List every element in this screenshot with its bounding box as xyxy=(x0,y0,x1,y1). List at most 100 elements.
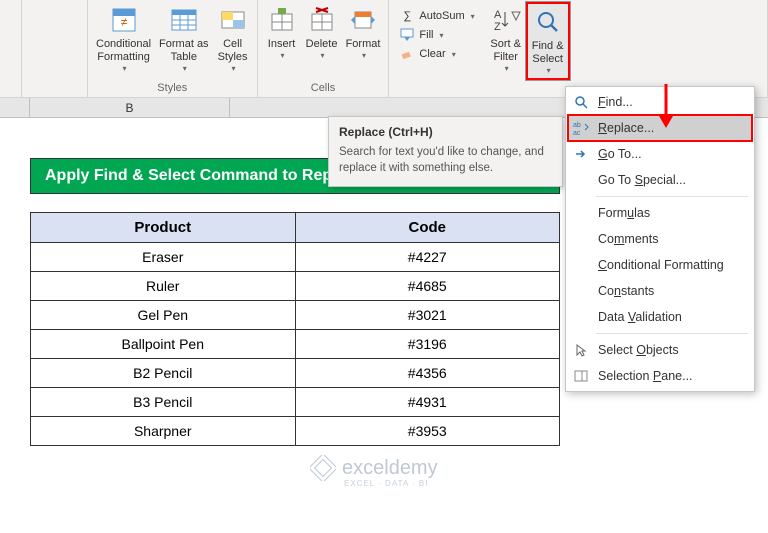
menu-separator xyxy=(596,333,748,334)
menu-label: Replace... xyxy=(598,121,654,135)
menu-label: Go To Special... xyxy=(598,173,686,187)
chevron-down-icon: ▾ xyxy=(452,50,456,59)
label: AutoSum xyxy=(419,10,464,22)
menu-label: Conditional Formatting xyxy=(598,258,724,272)
watermark-text: exceldemy xyxy=(342,457,438,480)
menu-select-objects[interactable]: Select Objects xyxy=(568,337,752,363)
table-row: Ruler#4685 xyxy=(31,272,560,301)
cell[interactable]: Gel Pen xyxy=(31,301,296,330)
sort-filter-button[interactable]: AZ Sort & Filter ▾ xyxy=(486,2,526,76)
tooltip-title: Replace (Ctrl+H) xyxy=(339,125,552,139)
menu-find[interactable]: Find... xyxy=(568,89,752,115)
cell[interactable]: #3953 xyxy=(295,417,560,446)
delete-button[interactable]: Delete ▾ xyxy=(302,2,342,63)
chevron-down-icon: ▾ xyxy=(471,12,475,21)
cell[interactable]: Eraser xyxy=(31,243,296,272)
ribbon-left-stub xyxy=(0,0,22,97)
insert-button[interactable]: Insert ▾ xyxy=(262,2,302,63)
menu-goto[interactable]: Go To... xyxy=(568,141,752,167)
chevron-down-icon: ▾ xyxy=(232,64,236,74)
autosum-button[interactable]: ∑ AutoSum ▾ xyxy=(399,8,474,24)
chevron-down-icon: ▾ xyxy=(362,51,366,61)
menu-conditional-formatting[interactable]: Conditional Formatting xyxy=(568,252,752,278)
menu-goto-special[interactable]: Go To Special... xyxy=(568,167,752,193)
label: Find & Select xyxy=(532,40,564,66)
menu-constants[interactable]: Constants xyxy=(568,278,752,304)
cell[interactable]: Sharpner xyxy=(31,417,296,446)
svg-text:ab: ab xyxy=(573,122,581,129)
th-product[interactable]: Product xyxy=(31,213,296,243)
tooltip-body: Search for text you'd like to change, an… xyxy=(339,145,552,176)
eraser-icon xyxy=(399,46,415,62)
chevron-down-icon: ▾ xyxy=(505,64,509,74)
select-all-corner[interactable] xyxy=(0,98,30,117)
group-cells: Insert ▾ Delete ▾ Format ▾ Cells xyxy=(258,0,390,97)
chevron-down-icon: ▾ xyxy=(547,66,551,76)
cell[interactable]: Ruler xyxy=(31,272,296,301)
clear-button[interactable]: Clear▾ xyxy=(399,46,474,62)
cell[interactable]: #4356 xyxy=(295,359,560,388)
pane-icon xyxy=(572,367,590,385)
find-select-button[interactable]: Find & Select ▾ xyxy=(526,2,570,80)
conditional-formatting-button[interactable]: ≠ Conditional Formatting ▾ xyxy=(92,2,155,76)
cell[interactable]: B2 Pencil xyxy=(31,359,296,388)
watermark: exceldemy EXCEL · DATA · BI xyxy=(310,455,438,481)
menu-label: Formulas xyxy=(598,206,650,220)
label: Format as Table xyxy=(159,38,209,64)
svg-text:≠: ≠ xyxy=(120,15,127,29)
format-as-table-button[interactable]: Format as Table ▾ xyxy=(155,2,213,76)
menu-label: Constants xyxy=(598,284,654,298)
table-row: Ballpoint Pen#3196 xyxy=(31,330,560,359)
table-row: B2 Pencil#4356 xyxy=(31,359,560,388)
menu-replace[interactable]: abac Replace... xyxy=(568,115,752,141)
menu-selection-pane[interactable]: Selection Pane... xyxy=(568,363,752,389)
ribbon: ≠ Conditional Formatting ▾ Format as Tab… xyxy=(0,0,768,98)
cell[interactable]: #4685 xyxy=(295,272,560,301)
magnifier-icon xyxy=(532,6,564,38)
chevron-down-icon: ▾ xyxy=(281,51,285,61)
cell[interactable]: #3196 xyxy=(295,330,560,359)
menu-label: Data Validation xyxy=(598,310,682,324)
goto-arrow-icon xyxy=(572,145,590,163)
table-icon xyxy=(168,4,200,36)
watermark-icon xyxy=(310,455,336,481)
watermark-sub: EXCEL · DATA · BI xyxy=(344,479,428,488)
chevron-down-icon: ▾ xyxy=(439,31,443,40)
label: Format xyxy=(346,38,381,51)
menu-separator xyxy=(596,196,748,197)
cell[interactable]: #4227 xyxy=(295,243,560,272)
chevron-down-icon: ▾ xyxy=(183,64,187,74)
cell[interactable]: Ballpoint Pen xyxy=(31,330,296,359)
menu-label: Go To... xyxy=(598,147,642,161)
table-row: B3 Pencil#4931 xyxy=(31,388,560,417)
cell-styles-button[interactable]: Cell Styles ▾ xyxy=(213,2,253,76)
group-label: Styles xyxy=(157,80,187,97)
format-button[interactable]: Format ▾ xyxy=(342,2,385,63)
pointer-icon xyxy=(572,341,590,359)
sort-filter-icon: AZ xyxy=(490,4,522,36)
menu-comments[interactable]: Comments xyxy=(568,226,752,252)
cell[interactable]: #3021 xyxy=(295,301,560,330)
replace-icon: abac xyxy=(572,119,590,137)
menu-formulas[interactable]: Formulas xyxy=(568,200,752,226)
find-select-menu: Find... abac Replace... Go To... Go To S… xyxy=(565,86,755,392)
label: Delete xyxy=(306,38,338,51)
group-editing: ∑ AutoSum ▾ Fill▾ Clear▾ AZ Sort & Filter … xyxy=(389,0,768,97)
group-styles: ≠ Conditional Formatting ▾ Format as Tab… xyxy=(88,0,258,97)
cell[interactable]: #4931 xyxy=(295,388,560,417)
cell-styles-icon xyxy=(217,4,249,36)
chevron-down-icon: ▾ xyxy=(123,64,127,74)
fill-button[interactable]: Fill▾ xyxy=(399,27,474,43)
group-stub1 xyxy=(22,0,88,97)
label: Conditional Formatting xyxy=(96,38,151,64)
menu-data-validation[interactable]: Data Validation xyxy=(568,304,752,330)
data-table: Product Code Eraser#4227 Ruler#4685 Gel … xyxy=(30,212,560,446)
cell[interactable]: B3 Pencil xyxy=(31,388,296,417)
th-code[interactable]: Code xyxy=(295,213,560,243)
menu-label: Select Objects xyxy=(598,343,679,357)
col-header-b[interactable]: B xyxy=(30,98,230,117)
svg-text:A: A xyxy=(494,9,502,21)
label: Cell Styles xyxy=(218,38,248,64)
group-label: Cells xyxy=(311,80,335,97)
sigma-icon: ∑ xyxy=(399,8,415,24)
